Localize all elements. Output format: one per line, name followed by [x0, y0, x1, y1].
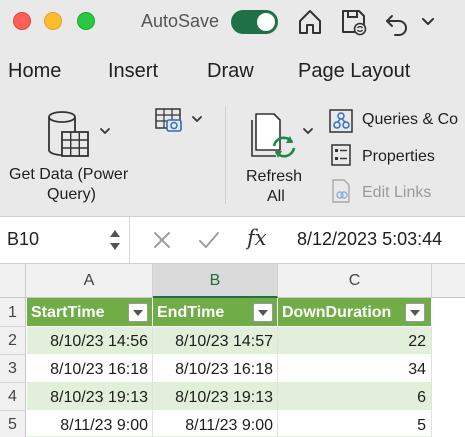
queries-connections-icon: [329, 109, 353, 133]
name-box-value: B10: [7, 229, 40, 249]
column-header-d[interactable]: [432, 264, 465, 298]
get-data-label-line1: Get Data (Power: [9, 166, 129, 183]
table-camera-icon: [155, 108, 182, 132]
row-header-3[interactable]: 3: [0, 355, 26, 383]
ribbon-data-panel: Get Data (Power Query) Refresh All Queri…: [0, 96, 465, 216]
row-header-5[interactable]: 5: [0, 411, 26, 437]
filter-arrow-icon: [258, 310, 268, 316]
table-cell[interactable]: 8/11/23 9:00: [153, 411, 278, 437]
row-header-1[interactable]: 1: [0, 298, 26, 327]
confirm-check-icon[interactable]: [197, 229, 221, 251]
table-cell[interactable]: 34: [278, 355, 432, 383]
cell-value: 8/11/23 9:00: [60, 417, 148, 434]
filter-dropdown-button[interactable]: [128, 303, 148, 322]
table-cell[interactable]: 8/10/23 14:56: [27, 327, 153, 355]
filter-arrow-icon: [133, 310, 143, 316]
formula-input[interactable]: 8/12/2023 5:03:44: [297, 229, 442, 250]
refresh-label-line1: Refresh: [246, 168, 303, 185]
autosave-label: AutoSave: [141, 11, 220, 31]
home-icon[interactable]: [295, 6, 325, 38]
column-header-c[interactable]: C: [278, 264, 432, 298]
name-box[interactable]: B10: [0, 217, 130, 263]
tab-insert[interactable]: Insert: [108, 60, 158, 83]
database-table-icon: [48, 111, 89, 157]
table-header-endtime: EndTime: [157, 304, 225, 321]
tab-home[interactable]: Home: [8, 60, 61, 83]
refresh-icon: [251, 113, 296, 158]
properties-icon: [331, 144, 351, 166]
save-icon[interactable]: [338, 6, 370, 38]
filter-dropdown-button[interactable]: [253, 303, 273, 322]
table-header-cell[interactable]: StartTime: [27, 298, 153, 327]
properties-label: Properties: [362, 148, 435, 165]
cancel-icon[interactable]: [151, 229, 173, 251]
table-cell[interactable]: 8/10/23 16:18: [27, 355, 153, 383]
edit-links-icon: [332, 179, 350, 203]
title-bar: AutoSave: [0, 0, 465, 46]
ribbon-tabs: Home Insert Draw Page Layout: [0, 46, 465, 96]
cell-value: 8/10/23 16:18: [175, 361, 273, 378]
table-cell[interactable]: 8/10/23 16:18: [153, 355, 278, 383]
chevron-down-icon[interactable]: [420, 6, 436, 38]
table-header-downduration: DownDuration: [282, 304, 392, 321]
insert-function-button[interactable]: fx: [247, 226, 267, 250]
formula-bar: B10 fx 8/12/2023 5:03:44: [0, 216, 465, 264]
row-header-4[interactable]: 4: [0, 383, 26, 411]
column-header-b[interactable]: B: [153, 264, 278, 298]
chevron-down-icon: [303, 128, 313, 134]
cell-value: 8/10/23 14:57: [175, 333, 273, 350]
spreadsheet-grid: A B C 1 2 3 4 5 StartTime EndTime DownDu…: [0, 264, 465, 437]
cell-value: 5: [417, 417, 426, 434]
table-cell[interactable]: 8/11/23 9:00: [27, 411, 153, 437]
cell-value: 22: [408, 333, 426, 350]
name-box-stepper-icon[interactable]: [108, 226, 122, 254]
table-cell[interactable]: 6: [278, 383, 432, 411]
cell-value: 8/10/23 16:18: [50, 361, 148, 378]
toggle-knob: [257, 13, 275, 31]
select-all-corner[interactable]: [0, 264, 26, 298]
get-data-label-line2: Query): [47, 186, 96, 203]
ribbon-divider: [225, 106, 226, 204]
tab-page-layout[interactable]: Page Layout: [298, 60, 410, 83]
chevron-down-icon: [192, 116, 202, 122]
table-cell[interactable]: 8/10/23 19:13: [153, 383, 278, 411]
undo-icon[interactable]: [382, 6, 412, 38]
table-cell[interactable]: 5: [278, 411, 432, 437]
refresh-label-line2: All: [267, 188, 285, 205]
cell-value: 8/10/23 19:13: [50, 389, 148, 406]
table-header-cell[interactable]: DownDuration: [278, 298, 432, 327]
table-cell[interactable]: 8/10/23 14:57: [153, 327, 278, 355]
cell-value: 34: [408, 361, 426, 378]
table-header-starttime: StartTime: [31, 304, 105, 321]
edit-links-label: Edit Links: [362, 184, 432, 201]
row-header-2[interactable]: 2: [0, 327, 26, 355]
table-cell[interactable]: 22: [278, 327, 432, 355]
tab-draw[interactable]: Draw: [207, 60, 254, 83]
queries-label: Queries & Co: [362, 111, 459, 128]
autosave-toggle[interactable]: [231, 10, 278, 34]
cell-value: 6: [417, 389, 426, 406]
minimize-window-button[interactable]: [44, 12, 62, 30]
cell-value: 8/10/23 19:13: [175, 389, 273, 406]
cell-value: 8/11/23 9:00: [185, 417, 273, 434]
chevron-down-icon: [100, 128, 110, 134]
table-header-cell[interactable]: EndTime: [153, 298, 278, 327]
filter-dropdown-button[interactable]: [405, 303, 425, 322]
close-window-button[interactable]: [13, 12, 31, 30]
filter-arrow-icon: [410, 310, 420, 316]
cell-value: 8/10/23 14:56: [50, 333, 148, 350]
column-header-a[interactable]: A: [26, 264, 153, 298]
table-cell[interactable]: 8/10/23 19:13: [27, 383, 153, 411]
maximize-window-button[interactable]: [77, 12, 95, 30]
